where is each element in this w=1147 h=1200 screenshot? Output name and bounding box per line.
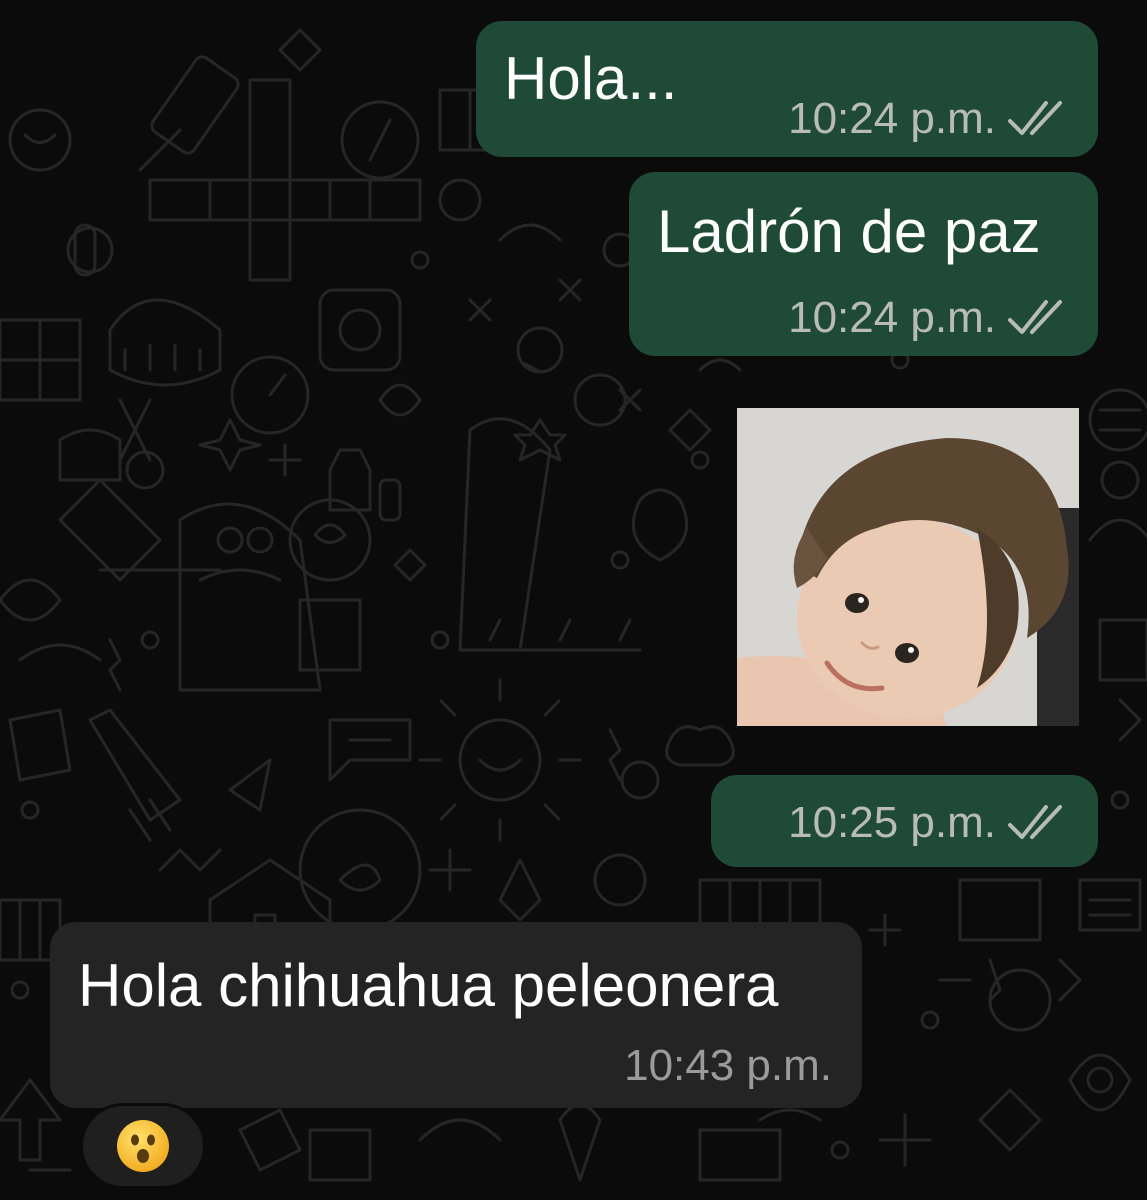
incoming-message-bubble[interactable]: Hola chihuahua peleonera 10:43 p.m. xyxy=(50,922,862,1108)
read-double-check-icon xyxy=(1008,101,1062,135)
read-double-check-icon xyxy=(1008,300,1062,334)
message-text: Hola chihuahua peleonera xyxy=(78,952,779,1019)
message-time: 10:24 p.m. xyxy=(788,94,996,143)
message-text: Hola... xyxy=(504,45,678,112)
message-reaction[interactable] xyxy=(80,1103,206,1189)
message-meta: 10:25 p.m. xyxy=(788,801,1072,845)
child-face-image xyxy=(737,408,1079,726)
outgoing-message-bubble[interactable]: Hola... 10:24 p.m. xyxy=(476,21,1098,157)
read-double-check-icon xyxy=(1008,805,1062,839)
outgoing-message-bubble[interactable]: Ladrón de paz 10:24 p.m. xyxy=(629,172,1098,356)
message-meta: 10:43 p.m. xyxy=(624,1044,832,1088)
message-time: 10:24 p.m. xyxy=(788,293,996,342)
surprised-face-emoji-icon xyxy=(117,1120,169,1172)
message-text: Ladrón de paz xyxy=(657,198,1041,265)
message-meta: 10:24 p.m. xyxy=(788,97,1072,141)
message-time: 10:25 p.m. xyxy=(788,798,996,847)
message-meta: 10:24 p.m. xyxy=(788,296,1072,340)
child-photo-sticker[interactable] xyxy=(737,408,1079,726)
image-message-meta-bubble[interactable]: 10:25 p.m. xyxy=(711,775,1098,867)
message-time: 10:43 p.m. xyxy=(624,1041,832,1090)
chat-thread: Hola... 10:24 p.m. Ladrón de paz 10:24 p… xyxy=(0,0,1147,1200)
